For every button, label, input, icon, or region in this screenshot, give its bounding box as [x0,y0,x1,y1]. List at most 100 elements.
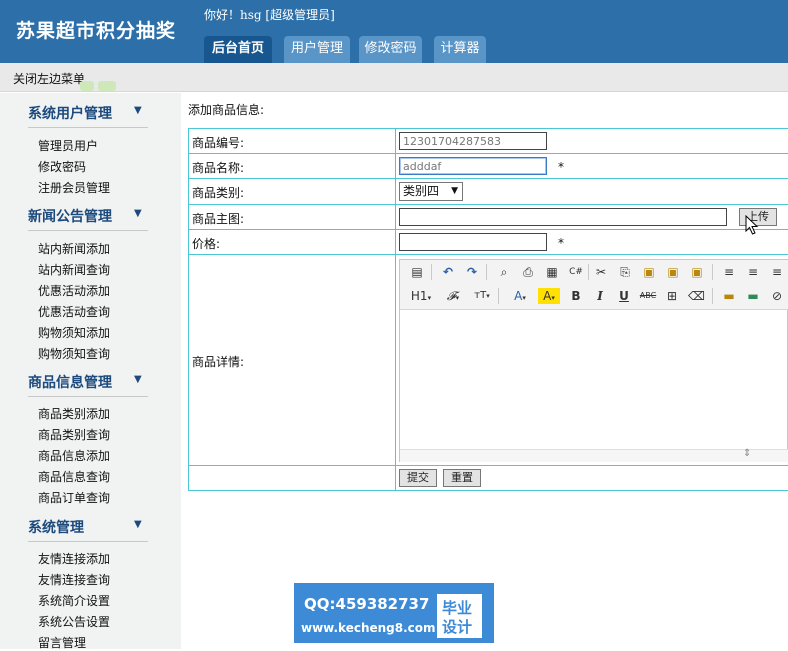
sidebar-item-guide-add[interactable]: 购物须知添加 [38,324,110,341]
table-border [188,128,788,129]
heading-dropdown[interactable]: H1▾ [409,288,433,304]
highlight-color-icon[interactable]: A▾ [538,288,560,304]
paste-icon[interactable]: ▣ [641,264,657,280]
sidebar-item-product-query[interactable]: 商品信息查询 [38,468,110,485]
product-image-input[interactable] [399,208,727,226]
sidebar-item-promo-query[interactable]: 优惠活动查询 [38,303,110,320]
site-title: 苏果超市积分抽奖 [16,20,177,42]
top-header: 苏果超市积分抽奖 你好！hsg [超级管理员] 后台首页 用户管理 修改密码 计… [0,0,788,63]
paste-text-icon[interactable]: ▣ [665,264,681,280]
collapse-arrow-icon[interactable]: ▼ [134,208,142,219]
watermark-banner: QQ:459382737 www.kecheng8.com 毕业 设计 [294,583,494,643]
insert-media-icon[interactable]: ▬ [745,288,761,304]
copy-icon[interactable]: ⎘ [617,264,633,280]
undo-icon[interactable]: ↶ [440,264,456,280]
watermark-url: www.kecheng8.com [301,621,436,635]
sidebar-section-products: 商品信息管理 ▼ 商品类别添加 商品类别查询 商品信息添加 商品信息查询 商品订… [28,372,148,505]
insert-image-icon[interactable]: ▬ [721,288,737,304]
sub-toolbar: 关闭左边菜单 [0,63,788,92]
link-icon[interactable]: ⊘ [769,288,785,304]
align-left-icon[interactable]: ≡ [721,264,737,280]
sidebar-section-title[interactable]: 系统管理 [28,517,148,539]
sidebar-item-category-query[interactable]: 商品类别查询 [38,426,110,443]
label-product-detail: 商品详情: [192,355,245,369]
tab-home[interactable]: 后台首页 [204,36,272,63]
table-icon[interactable]: ⊞ [664,288,680,304]
font-family-icon[interactable]: 𝓕▾ [443,288,463,304]
code-icon[interactable]: C# [568,264,584,280]
font-size-dropdown[interactable]: тT▾ [470,288,494,304]
section-divider [28,396,148,397]
sidebar-section-title[interactable]: 新闻公告管理 [28,206,148,228]
sidebar-item-news-query[interactable]: 站内新闻查询 [38,261,110,278]
sidebar-section-title[interactable]: 商品信息管理 [28,372,148,394]
watermark-qq: QQ:459382737 [304,595,430,613]
tab-calculator[interactable]: 计算器 [434,36,486,63]
redo-icon[interactable]: ↷ [464,264,480,280]
tab-change-password[interactable]: 修改密码 [359,36,422,63]
sidebar-item-guide-query[interactable]: 购物须知查询 [38,345,110,362]
submit-button[interactable]: 提交 [399,469,437,487]
table-border [188,465,788,466]
cut-icon[interactable]: ✂ [593,264,609,280]
sidebar-item-intro-settings[interactable]: 系统简介设置 [38,592,110,609]
section-divider [28,230,148,231]
bold-icon[interactable]: B [568,288,584,304]
table-border [188,254,788,255]
italic-icon[interactable]: I [592,288,608,304]
table-border [188,490,788,491]
table-border [188,178,788,179]
sidebar-item-link-add[interactable]: 友情连接添加 [38,550,110,567]
price-input[interactable] [399,233,547,251]
preview-icon[interactable]: ⌕ [496,264,512,280]
collapse-arrow-icon[interactable]: ▼ [134,519,142,530]
paste-word-icon[interactable]: ▣ [689,264,705,280]
sidebar-item-notice-settings[interactable]: 系统公告设置 [38,613,110,630]
template-icon[interactable]: ▦ [544,264,560,280]
reset-button[interactable]: 重置 [443,469,481,487]
chevron-down-icon: ▼ [451,186,458,196]
sidebar-section-system-users: 系统用户管理 ▼ 管理员用户 修改密码 注册会员管理 [28,103,148,195]
collapse-arrow-icon[interactable]: ▼ [134,374,142,385]
product-category-select[interactable]: 类别四 ▼ [399,182,463,201]
label-price: 价格: [192,237,221,251]
sidebar-item-link-query[interactable]: 友情连接查询 [38,571,110,588]
align-center-icon[interactable]: ≡ [745,264,761,280]
section-divider [28,541,148,542]
sidebar-item-product-add[interactable]: 商品信息添加 [38,447,110,464]
sidebar-item-promo-add[interactable]: 优惠活动添加 [38,282,110,299]
eraser-icon[interactable]: ⌫ [688,288,705,304]
font-color-icon[interactable]: A▾ [509,288,531,304]
source-code-icon[interactable]: ▤ [409,264,425,280]
align-right-icon[interactable]: ≡ [769,264,785,280]
heading-label: H1 [410,289,428,303]
product-name-input[interactable]: adddaf [399,157,547,175]
sidebar-item-messages[interactable]: 留言管理 [38,634,86,651]
toolbar-separator [588,264,589,280]
collapse-arrow-icon[interactable]: ▼ [134,105,142,116]
sidebar-section-title[interactable]: 系统用户管理 [28,103,148,125]
close-left-menu-link[interactable]: 关闭左边菜单 [13,70,85,87]
sidebar-item-change-password[interactable]: 修改密码 [38,158,86,175]
mouse-cursor-icon [745,215,759,235]
tab-user-management[interactable]: 用户管理 [284,36,350,63]
sidebar-item-category-add[interactable]: 商品类别添加 [38,405,110,422]
print-icon[interactable]: ⎙ [520,264,536,280]
product-code-input[interactable]: 12301704287583 [399,132,547,150]
sidebar-item-member-management[interactable]: 注册会员管理 [38,179,110,196]
sidebar-item-order-query[interactable]: 商品订单查询 [38,489,110,506]
rich-text-editor[interactable]: ▤ ↶ ↷ ⌕ ⎙ ▦ C# ✂ ⎘ ▣ ▣ ▣ ≡ ≡ ≡ H1▾ 𝓕▾ тT… [399,259,788,462]
underline-icon[interactable]: U [616,288,632,304]
table-border [188,229,788,230]
label-product-category: 商品类别: [192,186,245,200]
sidebar-section-system: 系统管理 ▼ 友情连接添加 友情连接查询 系统简介设置 系统公告设置 留言管理 [28,517,148,650]
toolbar-separator [486,264,487,280]
selected-category: 类别四 [403,184,440,198]
sidebar-item-admin-users[interactable]: 管理员用户 [38,137,98,154]
sidebar-item-news-add[interactable]: 站内新闻添加 [38,240,110,257]
resize-handle-icon[interactable]: ⇕ [743,448,751,459]
strikethrough-icon[interactable]: ABC [638,288,658,304]
editor-resize-bar[interactable]: ⇕ [400,448,788,462]
user-greeting: 你好！hsg [超级管理员] [204,8,335,22]
watermark-badge-line2: 设计 [442,618,473,636]
